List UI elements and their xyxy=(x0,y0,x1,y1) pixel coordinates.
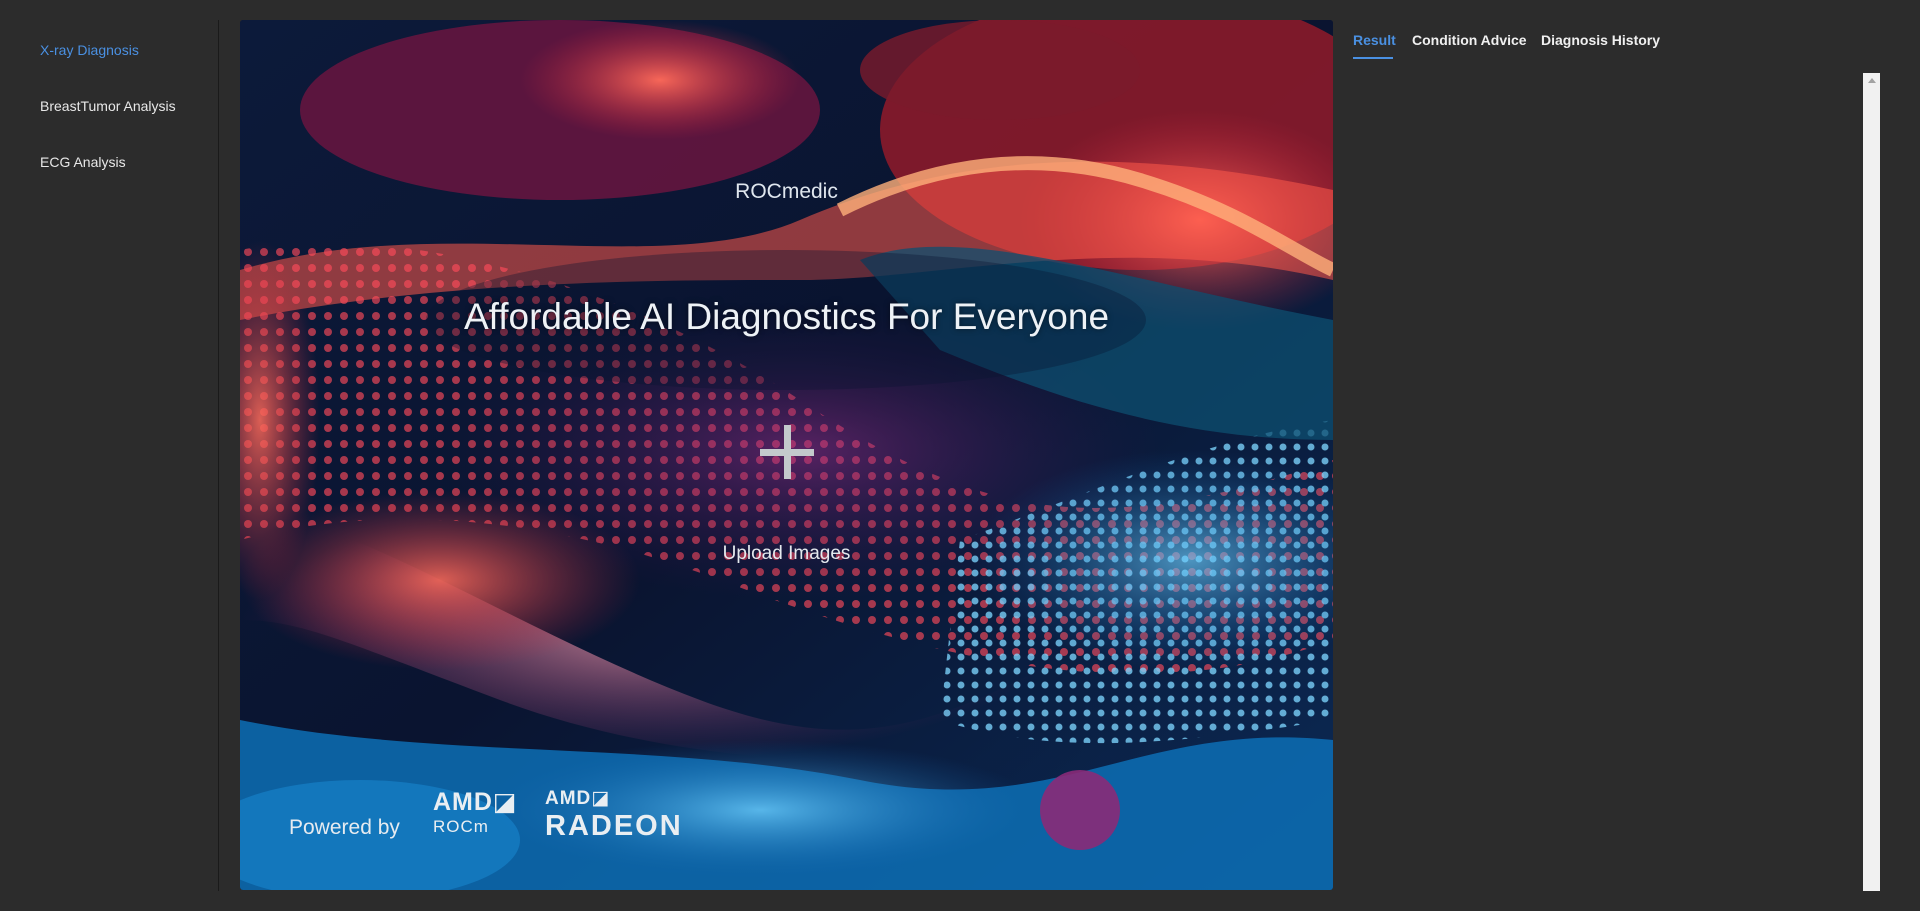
amd-radeon-logo: AMD◪ RADEON xyxy=(545,788,683,842)
amd-rocm-logo: AMD◪ ROCm xyxy=(433,788,533,838)
hero-title: Affordable AI Diagnostics For Everyone xyxy=(463,296,1110,337)
tab-diagnosis-history[interactable]: Diagnosis History xyxy=(1541,32,1660,48)
upload-images-label[interactable]: Upload Images xyxy=(240,543,1333,565)
amd-rocm-logo-product: ROCm xyxy=(433,817,489,836)
app-window: X-ray Diagnosis BreastTumor Analysis ECG… xyxy=(0,0,1920,911)
active-tab-indicator xyxy=(1353,57,1393,59)
amd-rocm-logo-amd: AMD◪ xyxy=(433,788,518,816)
brand-name: ROCmedic xyxy=(735,180,838,203)
sidebar-item-breasttumor-analysis[interactable]: BreastTumor Analysis xyxy=(40,98,176,114)
amd-radeon-logo-amd: AMD◪ xyxy=(545,788,611,809)
powered-by-text: Powered by xyxy=(289,816,400,839)
image-upload-area[interactable]: ROCmedic Affordable AI Diagnostics For E… xyxy=(240,20,1333,890)
result-scrollbar[interactable] xyxy=(1863,73,1880,891)
scroll-up-arrow-icon[interactable] xyxy=(1868,78,1876,83)
result-content-panel xyxy=(1353,73,1863,891)
amd-radeon-logo-product: RADEON xyxy=(545,810,683,842)
tab-result[interactable]: Result xyxy=(1353,32,1396,48)
scroll-thumb[interactable] xyxy=(1865,90,1878,885)
sidebar-item-ecg-analysis[interactable]: ECG Analysis xyxy=(40,154,126,170)
sidebar-item-xray-diagnosis[interactable]: X-ray Diagnosis xyxy=(40,42,139,58)
sidebar: X-ray Diagnosis BreastTumor Analysis ECG… xyxy=(0,20,219,891)
plus-icon[interactable] xyxy=(760,425,814,479)
tab-condition-advice[interactable]: Condition Advice xyxy=(1412,32,1527,48)
